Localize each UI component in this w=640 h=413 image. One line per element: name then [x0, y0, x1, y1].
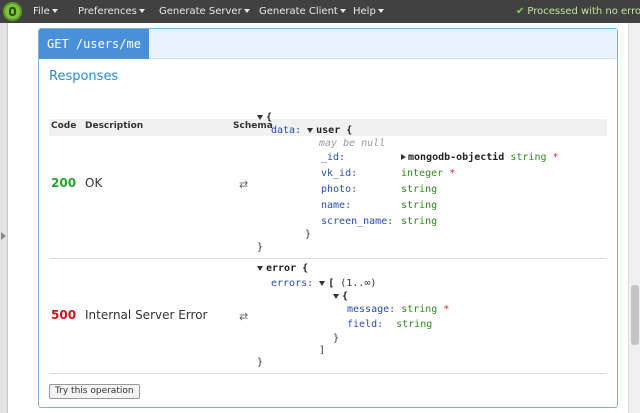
schema-field-vk-id-type: integer * [401, 168, 456, 179]
chevron-down-icon [138, 9, 145, 13]
menu-preferences-label: Preferences [78, 6, 137, 17]
chevron-down-icon [243, 9, 250, 13]
checkmark-icon: ✔ [516, 6, 525, 17]
schema-field-photo-type: string [401, 184, 438, 195]
collapse-triangle-icon[interactable] [333, 293, 339, 299]
swagger-logo-icon [3, 2, 22, 21]
schema-200-data[interactable]: data: user { [271, 124, 352, 137]
column-header-description: Description [85, 121, 144, 131]
schema-500-item-close: } [333, 333, 340, 344]
menu-preferences[interactable]: Preferences [78, 0, 145, 23]
try-this-operation-button[interactable]: Try this operation [49, 384, 140, 399]
operation-panel: GET /users/me Responses Code Description… [38, 28, 618, 408]
schema-field-screen-name-type: string [401, 216, 438, 227]
schema-500-error[interactable]: error { [257, 262, 308, 275]
operation-header[interactable]: GET /users/me [39, 29, 617, 59]
expand-arrow-icon[interactable] [1, 232, 6, 240]
collapse-triangle-icon[interactable] [307, 127, 314, 133]
response-description-ok: OK [85, 176, 103, 190]
schema-field-photo: photo: [321, 184, 358, 195]
collapse-triangle-icon[interactable] [319, 280, 326, 286]
menu-help-label: Help [353, 6, 376, 17]
menu-file-label: File [33, 6, 50, 17]
schema-500-close-outer: } [257, 357, 264, 368]
schema-field-message: message: string * [347, 304, 450, 315]
schema-field-id: _id: [321, 152, 346, 163]
scrollbar[interactable] [628, 23, 640, 413]
swap-toggle-icon[interactable]: ⇄ [239, 178, 248, 191]
response-code-500: 500 [51, 308, 77, 322]
menu-generate-server[interactable]: Generate Server [159, 0, 250, 23]
schema-500-array-close: ] [319, 345, 326, 356]
chevron-down-icon [339, 9, 346, 13]
swap-toggle-icon[interactable]: ⇄ [239, 310, 248, 323]
row-divider [49, 373, 607, 374]
schema-200-close-inner: } [305, 229, 312, 240]
schema-500-errors[interactable]: errors: [ (1..∞) [271, 277, 376, 290]
schema-field-name: name: [321, 200, 352, 211]
menu-generate-server-label: Generate Server [159, 6, 242, 17]
row-divider [49, 258, 607, 259]
collapse-triangle-icon[interactable] [257, 265, 263, 271]
expand-triangle-icon[interactable] [401, 154, 406, 160]
menu-file[interactable]: File [33, 0, 58, 23]
menu-generate-client-label: Generate Client [259, 6, 338, 17]
schema-field-id-type[interactable]: mongodb-objectid string * [401, 151, 559, 164]
schema-field-field: field: string [347, 319, 433, 330]
schema-field-vk-id: vk_id: [321, 168, 358, 179]
response-description-internal-error: Internal Server Error [85, 308, 208, 322]
status-indicator: ✔ Processed with no error [516, 0, 640, 23]
operation-method-path[interactable]: GET /users/me [39, 29, 149, 59]
menu-help[interactable]: Help [353, 0, 384, 23]
schema-500-item[interactable]: { [333, 290, 348, 303]
chevron-down-icon [377, 9, 384, 13]
pane-splitter[interactable] [0, 23, 8, 413]
menu-generate-client[interactable]: Generate Client [259, 0, 346, 23]
schema-field-screen-name: screen_name: [321, 216, 394, 227]
responses-title: Responses [49, 69, 119, 84]
status-text: Processed with no error [527, 6, 640, 17]
schema-200-close-outer: } [257, 242, 264, 253]
schema-200-open[interactable]: { [257, 111, 272, 124]
scrollbar-thumb[interactable] [631, 285, 639, 345]
schema-200-nullable-note: may be null [319, 138, 386, 149]
response-code-200: 200 [51, 176, 77, 190]
top-menu-bar: File Preferences Generate Server Generat… [0, 0, 640, 23]
column-header-code: Code [51, 121, 77, 131]
chevron-down-icon [51, 9, 58, 13]
schema-field-name-type: string [401, 200, 438, 211]
collapse-triangle-icon[interactable] [257, 114, 263, 120]
